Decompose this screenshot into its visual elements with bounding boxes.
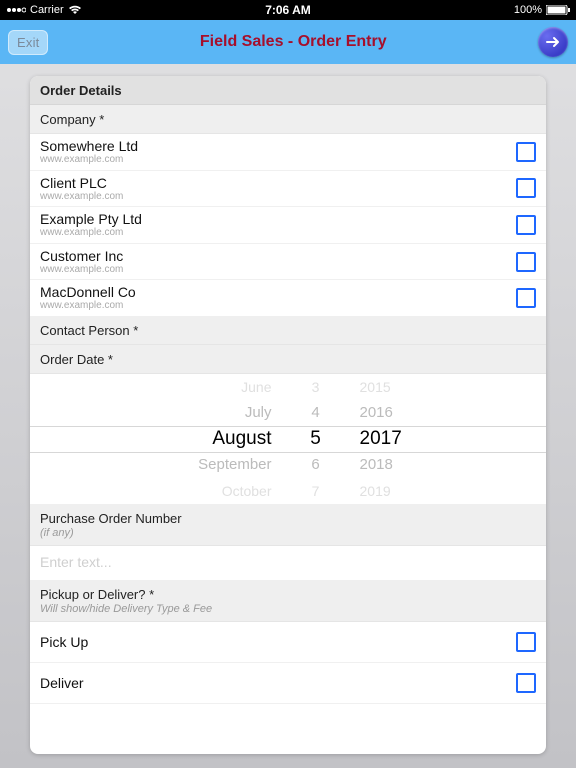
- signal-strength-icon: [6, 5, 26, 15]
- option-label: Pick Up: [40, 634, 88, 650]
- year-wheel[interactable]: 2015 2016 2017 2018 2019: [360, 374, 415, 504]
- company-name: Customer Inc: [40, 248, 123, 264]
- field-pickup-deliver: Pickup or Deliver? * Will show/hide Deli…: [30, 580, 546, 622]
- field-contact[interactable]: Contact Person *: [30, 316, 546, 345]
- checkbox[interactable]: [516, 288, 536, 308]
- checkbox[interactable]: [516, 632, 536, 652]
- wifi-icon: [68, 5, 82, 15]
- section-order-details: Order Details: [30, 76, 546, 105]
- option-label: Deliver: [40, 675, 84, 691]
- company-row[interactable]: Example Pty Ltdwww.example.com: [30, 207, 546, 244]
- clock: 7:06 AM: [156, 3, 420, 17]
- battery-icon: [546, 5, 570, 15]
- company-url: www.example.com: [40, 191, 123, 203]
- checkbox[interactable]: [516, 178, 536, 198]
- form-card: Order Details Company * Somewhere Ltdwww…: [30, 76, 546, 754]
- nav-bar: Exit Field Sales - Order Entry: [0, 20, 576, 64]
- month-wheel[interactable]: June July August September October: [162, 374, 272, 504]
- arrow-right-icon: [545, 34, 561, 50]
- company-row[interactable]: MacDonnell Cowww.example.com: [30, 280, 546, 316]
- day-wheel[interactable]: 3 4 5 6 7: [302, 374, 330, 504]
- company-row[interactable]: Client PLCwww.example.com: [30, 171, 546, 208]
- page-title: Field Sales - Order Entry: [48, 33, 538, 51]
- company-list: Somewhere Ltdwww.example.com Client PLCw…: [30, 134, 546, 316]
- date-picker[interactable]: June July August September October 3 4 5…: [30, 374, 546, 504]
- next-button[interactable]: [538, 27, 568, 57]
- company-name: MacDonnell Co: [40, 284, 136, 300]
- company-url: www.example.com: [40, 154, 138, 166]
- company-name: Client PLC: [40, 175, 123, 191]
- company-row[interactable]: Customer Incwww.example.com: [30, 244, 546, 281]
- field-company: Company *: [30, 105, 546, 134]
- option-pickup[interactable]: Pick Up: [30, 622, 546, 663]
- po-input[interactable]: [40, 554, 536, 570]
- company-row[interactable]: Somewhere Ltdwww.example.com: [30, 134, 546, 171]
- company-url: www.example.com: [40, 227, 142, 239]
- status-bar: Carrier 7:06 AM 100%: [0, 0, 576, 20]
- carrier-label: Carrier: [30, 4, 64, 16]
- exit-button[interactable]: Exit: [8, 30, 48, 55]
- field-po: Purchase Order Number (if any): [30, 504, 546, 546]
- checkbox[interactable]: [516, 142, 536, 162]
- company-name: Example Pty Ltd: [40, 211, 142, 227]
- company-name: Somewhere Ltd: [40, 138, 138, 154]
- checkbox[interactable]: [516, 215, 536, 235]
- company-url: www.example.com: [40, 264, 123, 276]
- option-deliver[interactable]: Deliver: [30, 663, 546, 704]
- field-order-date: Order Date *: [30, 345, 546, 374]
- battery-percent: 100%: [514, 4, 542, 16]
- checkbox[interactable]: [516, 252, 536, 272]
- company-url: www.example.com: [40, 300, 136, 312]
- checkbox[interactable]: [516, 673, 536, 693]
